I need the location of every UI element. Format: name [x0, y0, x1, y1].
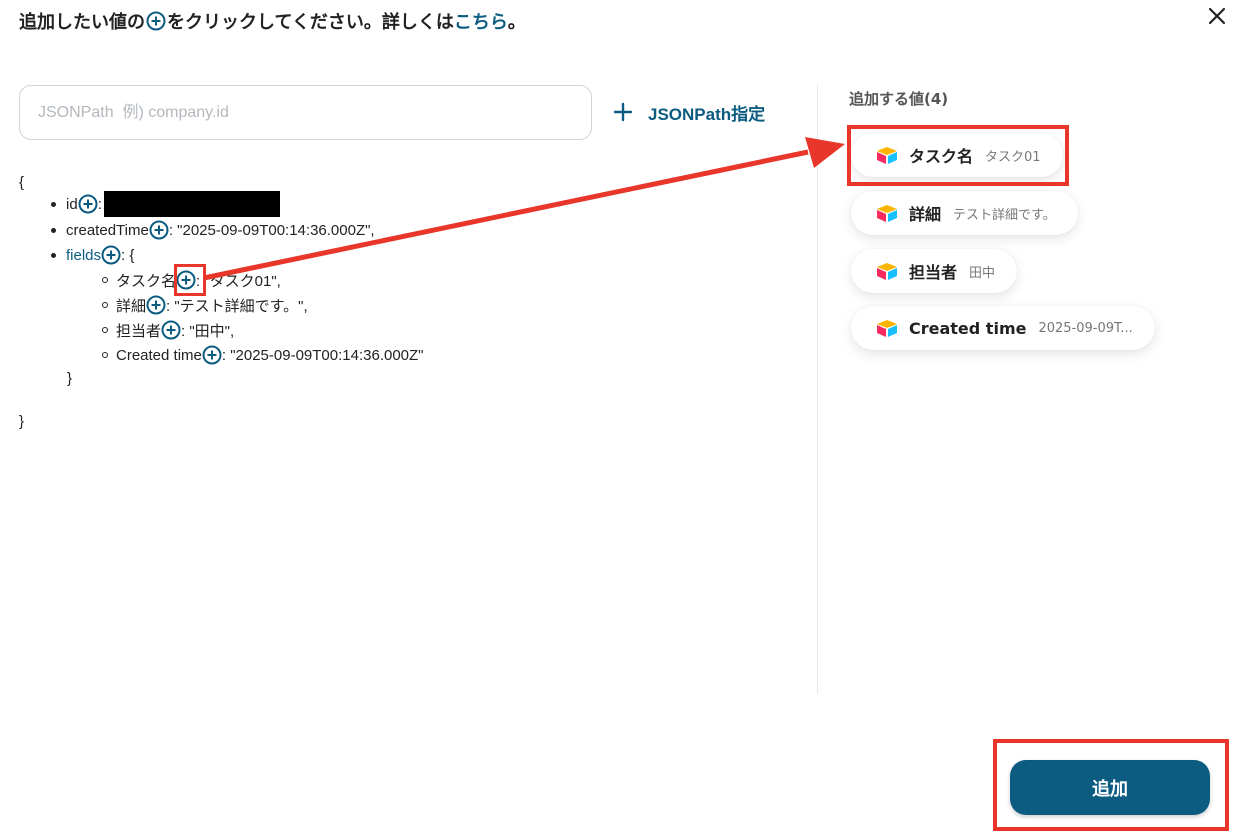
tree-value-taskname: : "タスク01", [196, 272, 281, 290]
value-chip[interactable]: 担当者 田中 [851, 249, 1018, 293]
bullet [102, 327, 108, 333]
tree-row-createdtime: createdTime : "2025-09-09T00:14:36.000Z"… [51, 219, 375, 241]
bullet [102, 352, 108, 358]
title-text-before: 追加したい値の [19, 12, 145, 33]
bullet [102, 302, 108, 308]
tree-key-detail: 詳細 [116, 297, 147, 315]
add-circle-icon[interactable] [78, 194, 98, 214]
add-circle-icon[interactable] [146, 295, 166, 315]
help-link[interactable]: こちら [454, 8, 508, 34]
add-button[interactable]: 追加 [1010, 760, 1210, 815]
chip-name: Created time [909, 318, 1027, 338]
chip-value: 2025-09-09T... [1038, 320, 1133, 336]
value-chip[interactable]: 詳細 テスト詳細です。 [851, 191, 1078, 235]
chip-name: 担当者 [909, 263, 958, 282]
jsonpath-search [19, 85, 592, 140]
tree-key-createdtime-field: Created time [116, 346, 202, 364]
tree-value-createdtime: : "2025-09-09T00:14:36.000Z", [168, 221, 375, 239]
tree-row-taskname: タスク名 : "タスク01", [102, 269, 281, 291]
add-circle-icon[interactable] [161, 320, 181, 340]
tree-key-id: id [66, 195, 78, 213]
plus-icon [613, 102, 633, 122]
tree-close-brace: } [19, 412, 25, 430]
airtable-logo-icon [877, 263, 897, 280]
chip-name: 詳細 [909, 205, 942, 224]
title-text-end: 。 [507, 12, 526, 33]
tree-value-fields: : { [121, 246, 135, 264]
tree-open-brace: { [19, 173, 25, 191]
add-circle-icon[interactable] [202, 345, 222, 365]
chip-name: タスク名 [909, 147, 974, 166]
panel-title: 追加する値(4) [849, 90, 949, 108]
airtable-logo-icon [877, 205, 897, 222]
tree-row-createdtime-field: Created time : "2025-09-09T00:14:36.000Z… [102, 344, 424, 366]
jsonpath-input[interactable] [20, 86, 591, 139]
bullet [51, 201, 56, 207]
bullet [102, 277, 108, 283]
add-circle-icon[interactable] [149, 220, 169, 240]
panel-divider [817, 84, 818, 694]
tree-sep-id: : [97, 195, 102, 213]
tree-key-createdtime: createdTime [66, 221, 149, 239]
tree-value-detail: : "テスト詳細です。", [166, 297, 308, 315]
tree-value-assignee: : "田中", [181, 322, 235, 340]
tree-row-detail: 詳細 : "テスト詳細です。", [102, 294, 308, 316]
tree-row-assignee: 担当者 : "田中", [102, 319, 234, 341]
bullet [51, 252, 56, 258]
tree-row-fields: fields : { [51, 244, 134, 266]
airtable-logo-icon [877, 320, 897, 337]
tree-key-fields[interactable]: fields [66, 247, 101, 264]
add-circle-icon[interactable] [176, 270, 196, 290]
chip-value: 田中 [969, 265, 996, 281]
add-circle-icon [146, 11, 166, 31]
tree-inner-close: } [67, 369, 73, 387]
title-text-after: をクリックしてください。詳しくは [167, 12, 454, 33]
chip-value: タスク01 [985, 149, 1041, 165]
redacted-value [103, 191, 280, 217]
value-chip[interactable]: タスク名 タスク01 [851, 133, 1063, 177]
bullet [51, 227, 56, 233]
close-icon[interactable] [1203, 2, 1231, 30]
add-circle-icon[interactable] [101, 245, 121, 265]
airtable-logo-icon [877, 147, 897, 164]
jsonpath-specify-button[interactable]: JSONPath指定 [612, 98, 765, 126]
value-chip[interactable]: Created time 2025-09-09T... [851, 306, 1155, 350]
tree-key-assignee: 担当者 [116, 322, 162, 340]
tree-key-taskname: タスク名 [116, 272, 177, 290]
chip-value: テスト詳細です。 [953, 207, 1056, 223]
jsonpath-specify-label: JSONPath指定 [648, 104, 766, 124]
instruction-title: 追加したい値の をクリックしてください。詳しくは こちら 。 [19, 8, 526, 34]
tree-value-createdtime-field: : "2025-09-09T00:14:36.000Z" [221, 346, 424, 364]
tree-row-id: id : [51, 191, 280, 217]
